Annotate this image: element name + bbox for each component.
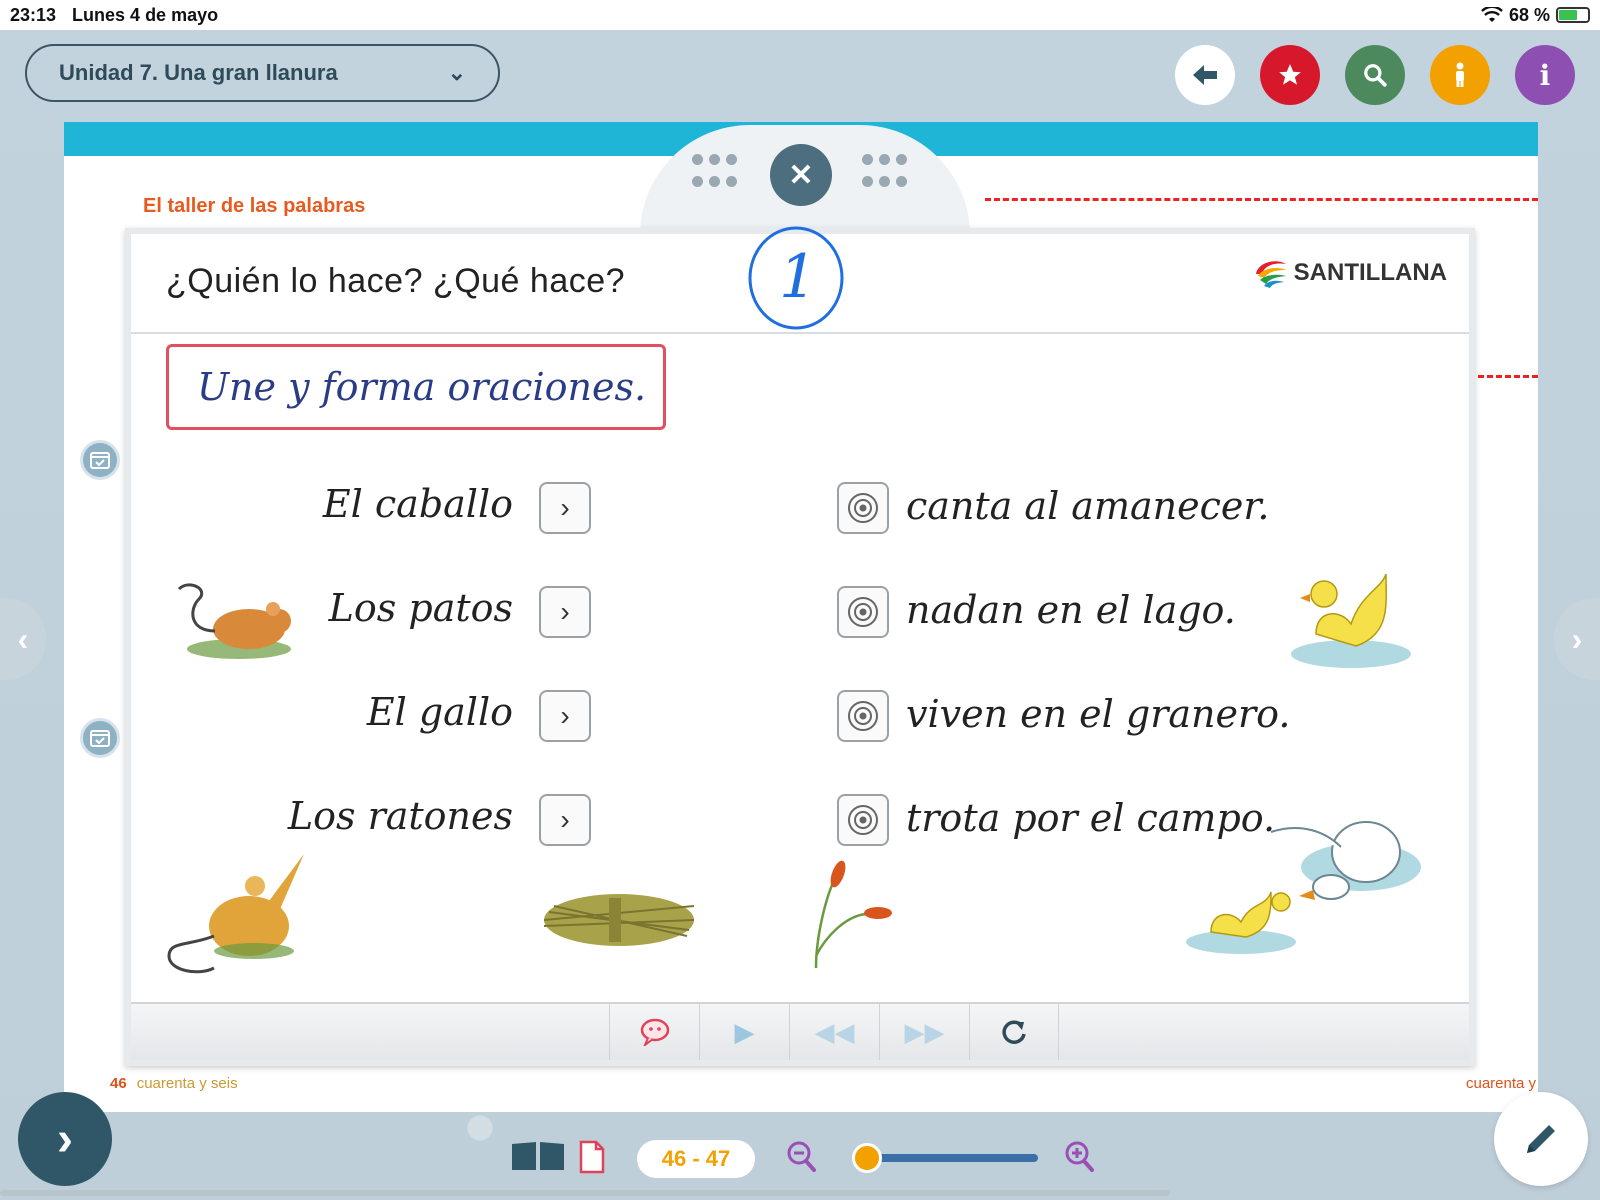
mouse-illustration <box>177 583 291 659</box>
predicate-label: viven en el granero. <box>906 692 1291 736</box>
zoom-slider-handle[interactable] <box>852 1143 882 1173</box>
target-icon <box>848 701 878 731</box>
chevron-right-icon: › <box>57 1112 73 1166</box>
santillana-mark-icon <box>1255 261 1286 288</box>
arrow-left-icon <box>1193 65 1217 85</box>
pencil-icon <box>1527 1125 1555 1153</box>
instruction-box: Une y forma oraciones. <box>166 344 666 430</box>
back-button[interactable] <box>1175 45 1235 105</box>
reset-button[interactable] <box>969 1004 1059 1060</box>
page-range-indicator[interactable]: 46 - 47 <box>637 1140 755 1178</box>
play-button[interactable]: ▶ <box>699 1004 789 1060</box>
target-icon <box>848 805 878 835</box>
duck-illustration <box>1291 573 1411 668</box>
next-button[interactable]: › <box>18 1092 112 1186</box>
play-icon: ▶ <box>734 1016 755 1047</box>
drag-handle-left-icon[interactable] <box>692 154 738 192</box>
info-icon: i <box>1539 58 1551 92</box>
connect-source-button[interactable]: › <box>539 794 591 846</box>
subject-label: Los ratones <box>287 794 513 838</box>
chevron-right-icon: › <box>560 596 570 627</box>
subject-label: El gallo <box>366 690 513 734</box>
status-right: 68 % <box>1481 5 1590 26</box>
status-bar: 23:13 Lunes 4 de mayo 68 % <box>0 0 1600 30</box>
dashed-divider <box>1478 375 1538 378</box>
subject-label: El caballo <box>322 482 513 526</box>
connect-target-button[interactable] <box>837 794 889 846</box>
fast-forward-icon: ▶▶ <box>904 1016 945 1047</box>
double-page-view-icon[interactable] <box>510 1140 566 1172</box>
chevron-right-icon: › <box>560 492 570 523</box>
activity-marker-1[interactable] <box>80 440 120 480</box>
accessibility-button[interactable] <box>1430 45 1490 105</box>
activity-modal: ¿Quién lo hace? ¿Qué hace? SANTILLANA 1 … <box>125 226 1475 1066</box>
favorites-button[interactable] <box>1260 45 1320 105</box>
chevron-right-icon: › <box>560 700 570 731</box>
status-time: 23:13 <box>10 4 57 25</box>
chevron-left-icon: ‹ <box>17 620 29 657</box>
connect-source-button[interactable]: › <box>539 690 591 742</box>
single-page-view-icon[interactable] <box>578 1140 606 1174</box>
zoom-in-icon[interactable] <box>1064 1140 1094 1172</box>
calendar-check-icon <box>90 730 110 747</box>
left-page-number: 46 cuarenta y seis <box>110 1075 238 1092</box>
person-icon <box>1456 62 1464 87</box>
dashed-divider <box>985 198 1538 201</box>
connect-target-button[interactable] <box>837 586 889 638</box>
connect-target-button[interactable] <box>837 690 889 742</box>
chevron-right-icon: › <box>1571 620 1583 657</box>
info-button[interactable]: i <box>1515 45 1575 105</box>
battery-percent: 68 % <box>1508 4 1550 25</box>
rewind-icon: ◀◀ <box>814 1016 855 1047</box>
feedback-button[interactable] <box>609 1004 699 1060</box>
star-icon <box>1279 64 1301 85</box>
rewind-button[interactable]: ◀◀ <box>789 1004 879 1060</box>
close-icon: ✕ <box>788 158 814 192</box>
chevron-down-icon: ⌄ <box>447 60 466 85</box>
search-button[interactable] <box>1345 45 1405 105</box>
speech-bubble-icon <box>640 1018 669 1046</box>
status-date: Lunes 4 de mayo <box>72 4 219 25</box>
drag-handle-right-icon[interactable] <box>862 154 908 192</box>
chevron-right-icon: › <box>560 804 570 835</box>
right-page-words: cuarenta y <box>1466 1075 1537 1092</box>
zoom-slider-track[interactable] <box>858 1154 1038 1162</box>
left-page-words: cuarenta y seis <box>136 1075 238 1092</box>
unit-title: Unidad 7. Una gran llanura <box>59 60 338 85</box>
unit-selector[interactable]: Unidad 7. Una gran llanura ⌄ <box>25 44 500 102</box>
target-icon <box>848 597 878 627</box>
close-button[interactable]: ✕ <box>770 144 832 206</box>
fast-forward-button[interactable]: ▶▶ <box>879 1004 969 1060</box>
refresh-icon <box>1002 1020 1026 1044</box>
connect-source-button[interactable]: › <box>539 586 591 638</box>
santillana-wordmark: SANTILLANA <box>1293 259 1447 286</box>
wifi-icon <box>1481 7 1503 22</box>
calendar-check-icon <box>90 452 110 469</box>
modal-toolbar: ▶ ◀◀ ▶▶ <box>131 1002 1469 1060</box>
annotate-button[interactable] <box>1494 1092 1588 1186</box>
ducks-illustration <box>1186 821 1421 954</box>
mouse-illustration <box>167 854 304 974</box>
predicate-label: nadan en el lago. <box>906 588 1236 632</box>
activity-marker-2[interactable] <box>80 718 120 758</box>
annotation-number: 1 <box>779 242 818 312</box>
connect-source-button[interactable]: › <box>539 482 591 534</box>
home-indicator <box>0 1190 1170 1196</box>
search-icon <box>1364 64 1387 87</box>
book-section-title: El taller de las palabras <box>143 195 366 217</box>
connect-target-button[interactable] <box>837 482 889 534</box>
modal-title: ¿Quién lo hace? ¿Qué hace? <box>166 262 626 300</box>
hay-bundle-illustration <box>543 894 695 946</box>
santillana-logo: SANTILLANA <box>1252 256 1447 290</box>
predicate-label: canta al amanecer. <box>906 484 1270 528</box>
left-page-digit: 46 <box>110 1075 127 1092</box>
zoom-out-icon[interactable] <box>786 1140 816 1172</box>
cattail-illustration <box>814 860 892 969</box>
target-icon <box>848 493 878 523</box>
battery-icon <box>1556 7 1590 23</box>
